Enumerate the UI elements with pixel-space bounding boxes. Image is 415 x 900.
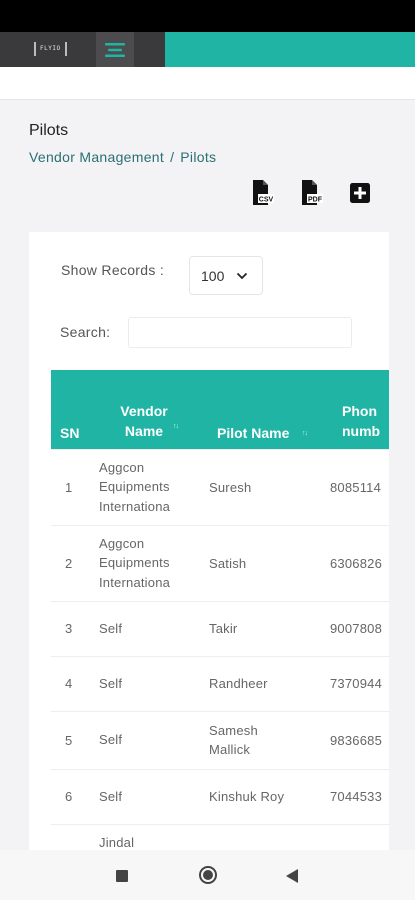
cell-pilot-name: Kinshuk Roy [199,768,320,824]
cell-phone-number: 7044533 [320,768,389,824]
cell-vendor-name: Self [89,600,199,656]
export-toolbar: CSV PDF [250,179,373,207]
menu-toggle-button[interactable] [96,32,134,67]
cell-phone-number [320,823,389,850]
add-pilot-button[interactable] [348,179,373,207]
plus-square-icon [350,183,370,203]
column-header-pilot-name[interactable]: Pilot Name ↑↓ [199,370,320,449]
cell-pilot-name: Randheer [199,655,320,711]
cell-phone-number: 9007808 [320,600,389,656]
records-per-page-value: 100 [201,267,225,284]
table-row[interactable]: 3 Self Takir 9007808 [51,600,389,656]
table-row[interactable]: 2 Aggcon Equipments Internationa Satish 63… [51,524,389,601]
phone-header-line1: Phon [342,402,377,419]
app-bar-accent [165,32,415,67]
breadcrumb-separator: / [170,149,175,165]
app-bar: FLYIO [0,32,415,67]
cell-vendor-name: Aggcon Equipments Internationa [89,524,199,601]
chevron-down-icon [236,272,248,280]
header-strip [0,67,415,100]
home-icon[interactable] [199,866,217,884]
app-logo[interactable]: FLYIO [34,42,67,56]
breadcrumb-current: Pilots [180,149,217,165]
cell-vendor-name: Self [89,655,199,711]
cell-sn [51,823,89,850]
table-row[interactable]: 4 Self Randheer 7370944 [51,655,389,711]
pilots-table: SN Vendor Name ↑↓ Pilot Name ↑↓ Phon num… [51,370,389,850]
search-label: Search: [60,324,111,340]
cell-phone-number: 7370944 [320,655,389,711]
cell-phone-number: 6306826 [320,524,389,601]
page-title: Pilots [29,122,69,139]
svg-text:PDF: PDF [308,197,323,204]
cell-sn: 3 [51,600,89,656]
status-bar [0,0,415,32]
table-row[interactable]: 6 Self Kinshuk Roy 7044533 [51,768,389,824]
table-row[interactable]: 1 Aggcon Equipments Internationa Suresh 80… [51,448,389,525]
records-per-page-select[interactable]: 100 [189,256,263,295]
cell-vendor-name: Self [89,710,199,769]
cell-sn: 2 [51,524,89,601]
cell-vendor-name: Jindal [89,823,199,850]
cell-sn: 4 [51,655,89,711]
cell-phone-number: 9836685 [320,710,389,769]
export-pdf-button[interactable]: PDF [299,179,324,207]
pilots-table-container[interactable]: SN Vendor Name ↑↓ Pilot Name ↑↓ Phon num… [51,370,389,850]
vendor-header-line2: Name [124,422,164,439]
cell-vendor-name: Self [89,768,199,824]
app-bar-brand: FLYIO [0,32,165,67]
cell-pilot-name: Samesh Mallick [199,710,320,769]
recent-apps-icon[interactable] [116,870,128,882]
cell-pilot-name: Satish [199,524,320,601]
sort-icon: ↑↓ [173,422,179,430]
breadcrumb-parent-link[interactable]: Vendor Management [29,149,164,165]
table-row[interactable]: 5 Self Samesh Mallick 9836685 [51,710,389,769]
sort-icon: ↑↓ [302,429,308,437]
breadcrumb: Vendor Management / Pilots [29,149,216,165]
column-header-sn[interactable]: SN [51,370,89,449]
cell-pilot-name [199,823,320,850]
show-records-label: Show Records : [61,262,165,278]
table-row[interactable]: Jindal [51,823,389,850]
search-input[interactable] [128,317,352,348]
pilot-header-label: Pilot Name [217,424,290,441]
table-header-row: SN Vendor Name ↑↓ Pilot Name ↑↓ Phon num… [51,370,389,449]
cell-pilot-name: Suresh [199,448,320,525]
column-header-phone-number[interactable]: Phon numb [320,370,389,449]
svg-text:CSV: CSV [259,197,274,204]
export-csv-button[interactable]: CSV [250,179,275,207]
hamburger-icon [105,42,125,57]
back-icon[interactable] [286,869,298,883]
phone-header-line2: numb [342,422,381,439]
cell-sn: 6 [51,768,89,824]
csv-file-icon: CSV [253,180,274,205]
cell-vendor-name: Aggcon Equipments Internationa [89,448,199,525]
cell-sn: 1 [51,448,89,525]
vendor-header-line1: Vendor [120,402,168,419]
pdf-file-icon: PDF [302,180,323,205]
system-nav-bar [0,850,415,900]
cell-sn: 5 [51,710,89,769]
cell-phone-number: 8085114 [320,448,389,525]
column-header-vendor-name[interactable]: Vendor Name ↑↓ [89,370,199,449]
cell-pilot-name: Takir [199,600,320,656]
